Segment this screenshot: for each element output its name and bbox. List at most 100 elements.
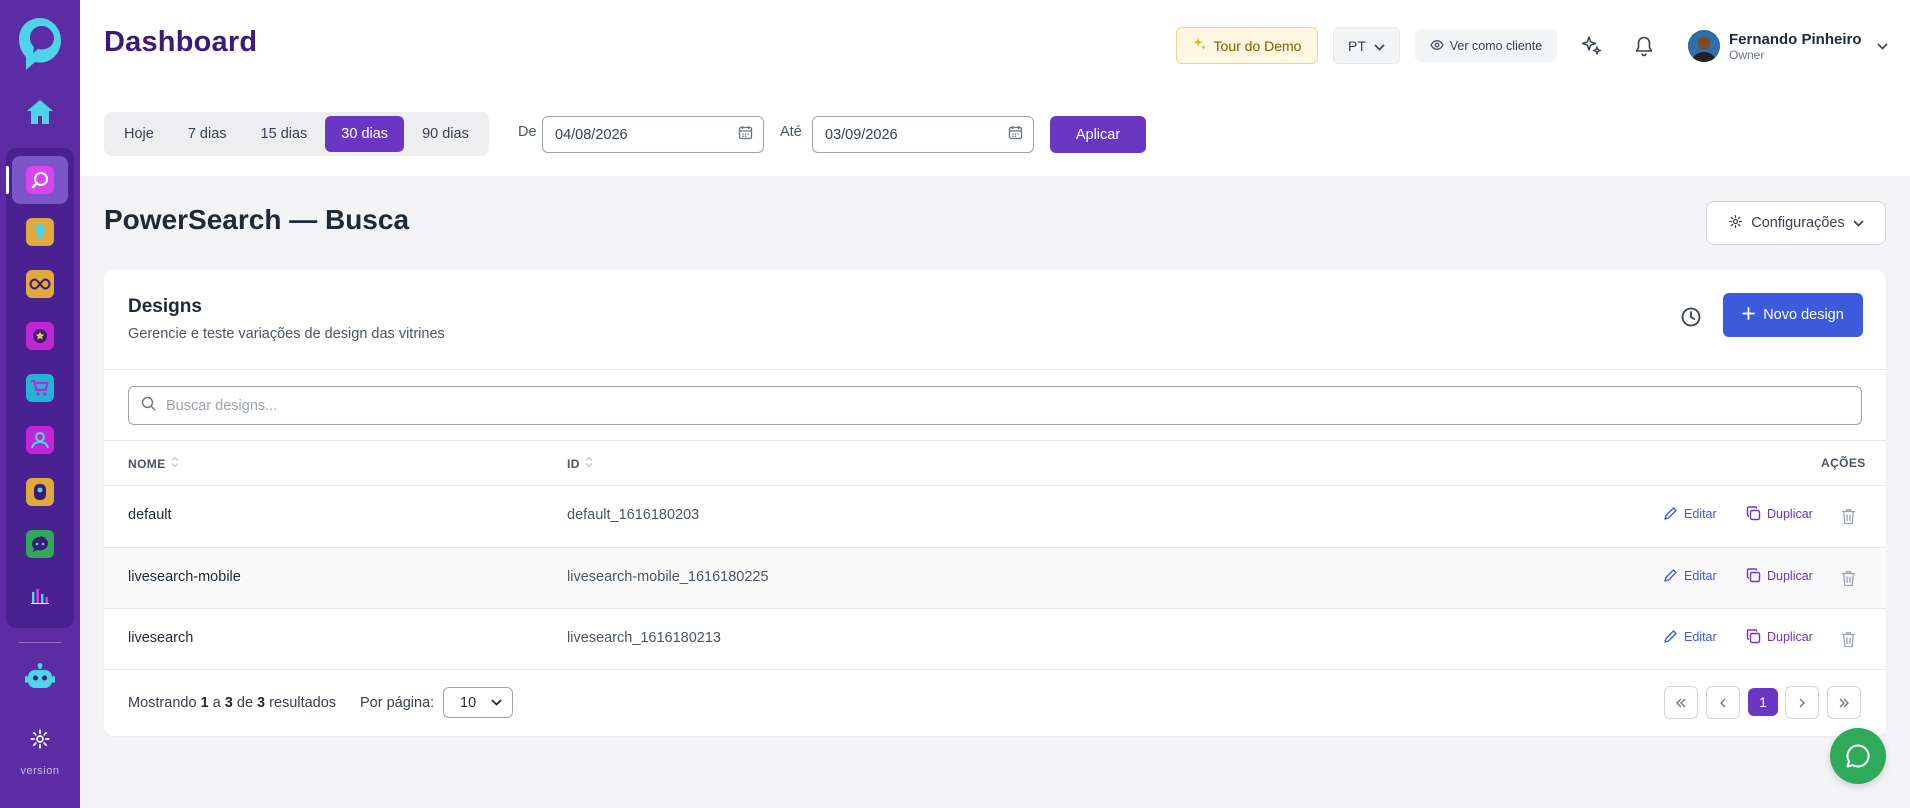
user-info: Fernando Pinheiro Owner xyxy=(1729,31,1862,62)
divider xyxy=(104,669,1886,670)
app-badge[interactable] xyxy=(12,312,68,360)
copy-icon xyxy=(1746,629,1761,644)
apply-date-button[interactable]: Aplicar xyxy=(1050,116,1146,153)
design-id: default_1616180203 xyxy=(567,507,700,523)
from-date-input[interactable]: 04/08/2026 xyxy=(542,116,764,153)
view-as-client-button[interactable]: Ver como cliente xyxy=(1415,29,1557,62)
search-icon xyxy=(141,396,156,416)
chevron-down-icon xyxy=(1876,37,1888,55)
infinity-icon xyxy=(26,270,54,298)
summary-showing: Mostrando xyxy=(128,695,197,711)
star-badge-icon xyxy=(26,322,54,350)
summary-results: resultados xyxy=(269,695,337,711)
chevrons-left-icon xyxy=(1676,698,1686,707)
edit-button[interactable]: Editar xyxy=(1663,568,1717,583)
design-id: livesearch_1616180213 xyxy=(567,630,721,646)
notifications-bell-icon[interactable] xyxy=(1630,32,1658,60)
duplicate-button[interactable]: Duplicar xyxy=(1746,568,1813,583)
chat-bubble-icon xyxy=(1846,744,1870,768)
app-cart[interactable] xyxy=(12,364,68,412)
to-date-value: 03/09/2026 xyxy=(825,126,898,143)
avatar xyxy=(1688,30,1720,62)
view-as-client-label: Ver como cliente xyxy=(1449,38,1543,53)
version-label: version xyxy=(20,765,60,777)
search-placeholder: Buscar designs... xyxy=(166,397,278,414)
card-subtitle: Gerencie e teste variações de design das… xyxy=(128,326,445,342)
user-menu[interactable]: Fernando Pinheiro Owner xyxy=(1688,28,1888,64)
tag-icon xyxy=(26,478,54,506)
sidebar: version xyxy=(0,0,80,808)
range-today[interactable]: Hoje xyxy=(108,116,170,152)
column-header-name[interactable]: NOME xyxy=(128,456,179,471)
design-name: default xyxy=(128,507,172,523)
summary-from: 1 xyxy=(200,695,209,711)
eye-icon xyxy=(1430,39,1444,53)
range-15-days[interactable]: 15 dias xyxy=(245,116,324,152)
language-label: PT xyxy=(1348,37,1366,54)
brand-logo[interactable] xyxy=(14,14,66,74)
sort-icon xyxy=(171,456,179,471)
app-tag[interactable] xyxy=(12,468,68,516)
tour-demo-label: Tour do Demo xyxy=(1213,37,1302,54)
next-page-button[interactable] xyxy=(1785,686,1819,719)
last-page-button[interactable] xyxy=(1827,686,1861,719)
edit-button[interactable]: Editar xyxy=(1663,629,1717,644)
divider xyxy=(104,369,1886,370)
from-date-label: De xyxy=(518,124,537,140)
per-page-value: 10 xyxy=(460,694,477,711)
to-date-label: Até xyxy=(780,124,802,140)
first-page-button[interactable] xyxy=(1664,686,1698,719)
search-input[interactable]: Buscar designs... xyxy=(128,386,1862,425)
duplicate-button[interactable]: Duplicar xyxy=(1746,629,1813,644)
app-chat[interactable] xyxy=(12,520,68,568)
per-page-select[interactable]: 10 xyxy=(443,687,513,718)
home-icon[interactable] xyxy=(18,90,62,134)
divider xyxy=(104,440,1886,441)
settings-label: Configurações xyxy=(1751,215,1845,231)
calendar-icon xyxy=(1008,125,1023,144)
previous-page-button[interactable] xyxy=(1706,686,1740,719)
column-header-id[interactable]: ID xyxy=(567,456,593,471)
trash-icon[interactable] xyxy=(1838,567,1858,589)
edit-button[interactable]: Editar xyxy=(1663,506,1717,521)
edit-label: Editar xyxy=(1684,568,1717,583)
summary-de: de xyxy=(236,695,254,711)
pencil-icon xyxy=(1664,569,1677,582)
history-clock-icon[interactable] xyxy=(1678,304,1704,330)
chevron-down-icon xyxy=(1853,215,1864,231)
chevrons-right-icon xyxy=(1839,698,1849,707)
user-role: Owner xyxy=(1729,47,1765,62)
card-title: Designs xyxy=(128,296,202,317)
gear-icon xyxy=(1728,214,1743,233)
column-actions-label: AÇÕES xyxy=(1821,456,1866,470)
new-design-button[interactable]: Novo design xyxy=(1723,293,1863,337)
support-chat-button[interactable] xyxy=(1830,728,1886,784)
tour-demo-button[interactable]: Tour do Demo xyxy=(1176,27,1318,64)
copy-icon xyxy=(1746,506,1761,521)
app-people[interactable] xyxy=(12,416,68,464)
duplicate-button[interactable]: Duplicar xyxy=(1746,506,1813,521)
range-7-days[interactable]: 7 dias xyxy=(172,116,243,152)
summary-a: a xyxy=(212,695,221,711)
pencil-icon xyxy=(1664,630,1677,643)
ai-sparkles-icon[interactable] xyxy=(1578,32,1606,60)
column-id-label: ID xyxy=(567,456,580,471)
trash-icon[interactable] xyxy=(1838,628,1858,650)
to-date-input[interactable]: 03/09/2026 xyxy=(812,116,1034,153)
app-loop[interactable] xyxy=(12,260,68,308)
range-90-days[interactable]: 90 dias xyxy=(406,116,485,152)
app-analytics[interactable] xyxy=(12,572,68,620)
summary-total: 3 xyxy=(257,695,266,711)
new-design-label: Novo design xyxy=(1763,307,1844,323)
app-ideas[interactable] xyxy=(12,208,68,256)
trash-icon[interactable] xyxy=(1838,505,1858,527)
settings-gear-icon[interactable] xyxy=(20,719,60,759)
settings-dropdown-button[interactable]: Configurações xyxy=(1706,201,1886,245)
range-30-days[interactable]: 30 dias xyxy=(325,116,405,152)
app-powersearch[interactable] xyxy=(6,156,68,204)
language-select[interactable]: PT xyxy=(1333,27,1400,64)
robot-icon[interactable] xyxy=(18,655,62,699)
date-range-selector: Hoje 7 dias 15 dias 30 dias 90 dias xyxy=(104,112,489,156)
page-1-button[interactable]: 1 xyxy=(1748,688,1778,716)
sidebar-divider xyxy=(19,642,61,643)
